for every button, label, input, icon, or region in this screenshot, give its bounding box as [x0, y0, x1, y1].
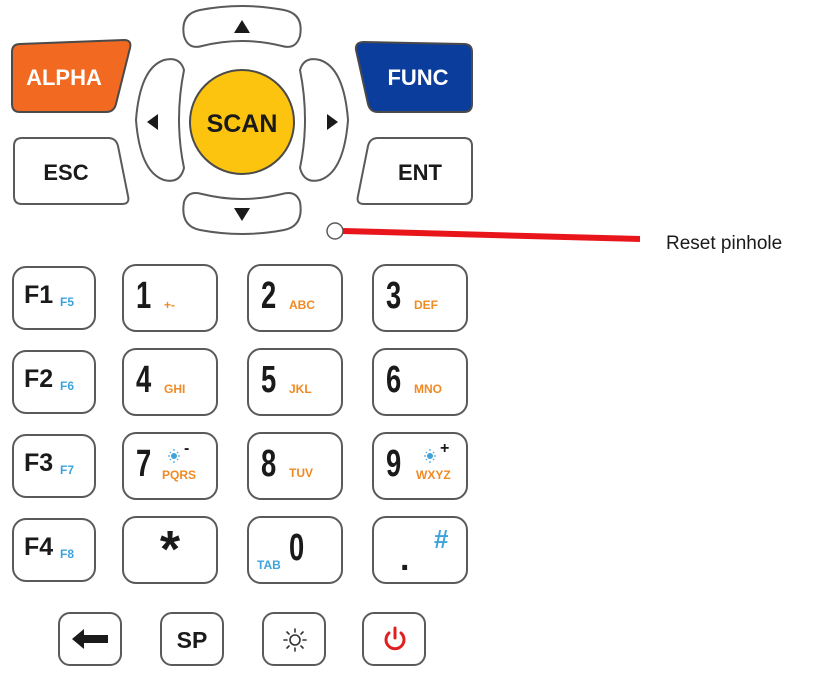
scan-key[interactable]: SCAN: [189, 69, 295, 175]
key-3[interactable]: 3 DEF: [372, 264, 468, 332]
top-cluster: ALPHA FUNC ESC ENT SCAN: [11, 5, 641, 242]
key-7-letters: PQRS: [162, 468, 197, 482]
key-0-digit: 0: [289, 527, 305, 569]
key-6-letters: MNO: [414, 382, 442, 396]
key-2-letters: ABC: [289, 298, 315, 312]
key-7-symbol: -: [184, 440, 190, 457]
key-5[interactable]: 5 JKL: [247, 348, 343, 416]
dot-label: .: [400, 540, 410, 578]
key-8-digit: 8: [261, 443, 277, 485]
star-label: *: [159, 521, 181, 579]
func-key[interactable]: FUNC: [354, 40, 473, 113]
ent-key[interactable]: ENT: [356, 137, 473, 205]
backlight-up-icon: [424, 449, 436, 463]
scan-label: SCAN: [207, 110, 278, 138]
esc-label: ESC: [43, 160, 88, 185]
key-9-digit: 9: [386, 443, 402, 485]
f2-key[interactable]: F2 F6: [12, 350, 96, 414]
key-5-letters: JKL: [289, 382, 312, 396]
backspace-arrow-icon: [72, 629, 108, 649]
key-7-digit: 7: [136, 443, 152, 485]
reset-pinhole-label: Reset pinhole: [666, 233, 783, 254]
key-6[interactable]: 6 MNO: [372, 348, 468, 416]
f1-key[interactable]: F1 F5: [12, 266, 96, 330]
backlight-down-icon: [168, 449, 180, 463]
key-3-letters: DEF: [414, 298, 438, 312]
key-5-digit: 5: [261, 359, 277, 401]
space-key[interactable]: SP: [160, 612, 224, 666]
f3-key[interactable]: F3 F7: [12, 434, 96, 498]
f5-label: F5: [60, 295, 75, 309]
key-1-digit: 1: [136, 275, 152, 317]
key-8[interactable]: 8 TUV: [247, 432, 343, 500]
esc-key[interactable]: ESC: [13, 137, 130, 205]
backspace-key[interactable]: [58, 612, 122, 666]
key-9-symbol: +: [440, 440, 450, 457]
brightness-key[interactable]: [262, 612, 326, 666]
space-label: SP: [176, 627, 208, 653]
key-2[interactable]: 2 ABC: [247, 264, 343, 332]
power-key[interactable]: [362, 612, 426, 666]
key-1-letters: +-: [164, 298, 176, 312]
key-9-letters: WXYZ: [416, 468, 451, 482]
func-label: FUNC: [387, 65, 448, 90]
key-4-digit: 4: [136, 359, 152, 401]
up-arrow-key[interactable]: [182, 5, 302, 48]
f7-label: F7: [60, 463, 75, 477]
key-4[interactable]: 4 GHI: [122, 348, 218, 416]
key-1[interactable]: 1 +-: [122, 264, 218, 332]
key-3-digit: 3: [386, 275, 402, 317]
key-4-letters: GHI: [164, 382, 186, 396]
down-arrow-key[interactable]: [182, 192, 302, 235]
key-9[interactable]: 9 + WXYZ: [372, 432, 468, 500]
f6-label: F6: [60, 379, 75, 393]
callout-line: [342, 228, 641, 242]
f4-label: F4: [24, 533, 54, 561]
alpha-key[interactable]: ALPHA: [11, 38, 132, 113]
f3-label: F3: [24, 449, 54, 477]
key-7[interactable]: 7 - PQRS: [122, 432, 218, 500]
key-2-digit: 2: [261, 275, 277, 317]
f1-label: F1: [24, 281, 54, 309]
hash-label: #: [434, 524, 449, 554]
reset-pinhole[interactable]: [326, 222, 344, 240]
dot-hash-key[interactable]: . #: [372, 516, 468, 584]
alpha-label: ALPHA: [26, 65, 102, 90]
right-arrow-key[interactable]: [298, 58, 350, 182]
f2-label: F2: [24, 365, 54, 393]
key-0[interactable]: TAB 0: [247, 516, 343, 584]
star-key[interactable]: *: [122, 516, 218, 584]
ent-label: ENT: [398, 160, 443, 185]
power-icon: [384, 626, 406, 651]
key-6-digit: 6: [386, 359, 402, 401]
f4-key[interactable]: F4 F8: [12, 518, 96, 582]
brightness-icon: [283, 628, 307, 652]
left-arrow-key[interactable]: [134, 58, 186, 182]
f8-label: F8: [60, 547, 75, 561]
tab-label: TAB: [257, 558, 281, 572]
key-8-letters: TUV: [289, 466, 313, 480]
